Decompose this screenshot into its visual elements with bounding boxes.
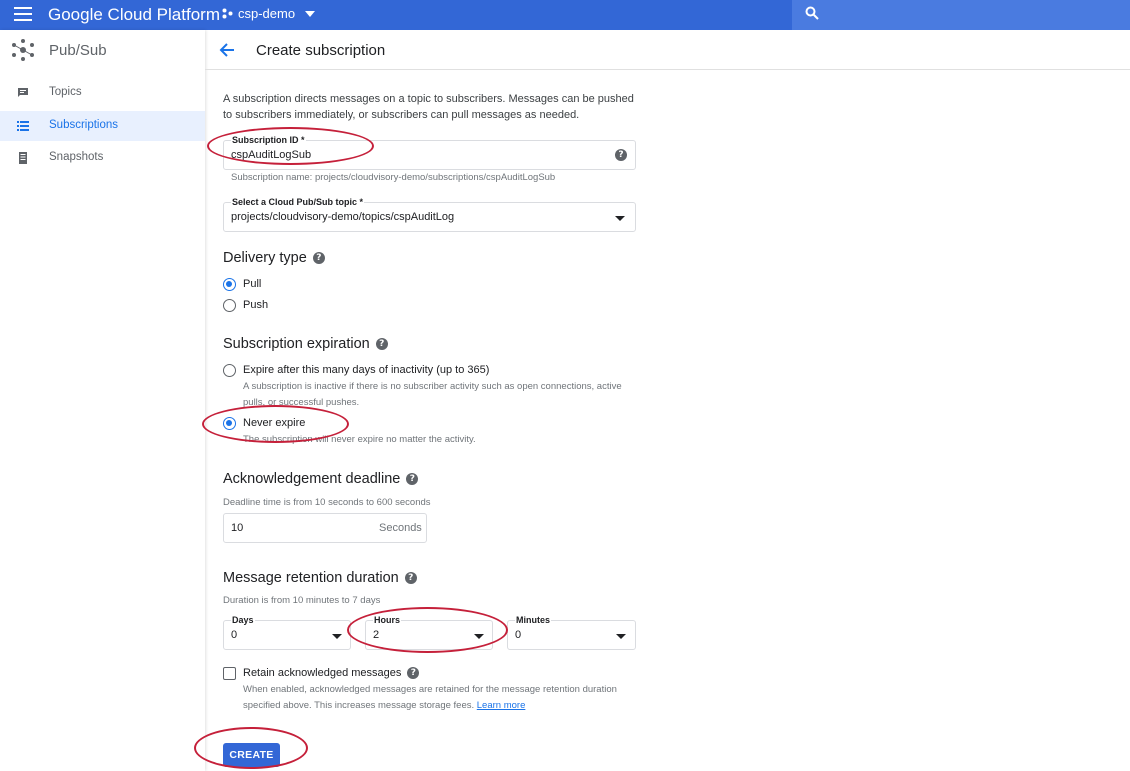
retain-acked-row: Retain acknowledged messages ?	[243, 667, 420, 679]
days-label: Days	[231, 615, 255, 625]
never-expire-label: Never expire	[243, 417, 306, 429]
subscription-id-field[interactable]: Subscription ID * cspAuditLogSub ?	[223, 135, 636, 170]
delivery-type-label: Delivery type	[223, 250, 307, 266]
minutes-label: Minutes	[515, 615, 552, 625]
help-icon[interactable]: ?	[615, 149, 627, 161]
subscription-id-label: Subscription ID *	[231, 135, 306, 145]
pull-label: Pull	[243, 278, 262, 290]
page-title: Create subscription	[256, 42, 386, 59]
help-icon[interactable]: ?	[375, 338, 388, 350]
sidebar-item-topics[interactable]: Topics	[0, 78, 205, 108]
sidebar-item-snapshots[interactable]: Snapshots	[0, 143, 205, 173]
topic-label: Select a Cloud Pub/Sub topic *	[231, 197, 365, 207]
minutes-select[interactable]: Minutes 0	[507, 615, 636, 650]
sidebar: Pub/Sub Topics Subscriptions Snapshots	[0, 30, 205, 771]
expiration-label: Subscription expiration	[223, 336, 370, 352]
subscription-name-hint: Subscription name: projects/cloudvisory-…	[231, 172, 556, 183]
snapshot-icon	[19, 152, 27, 164]
retain-acked-desc: When enabled, acknowledged messages are …	[243, 682, 643, 714]
pull-radio[interactable]	[223, 278, 236, 291]
chevron-down-icon	[474, 634, 484, 639]
expiration-title: Subscription expiration ?	[223, 336, 388, 352]
hours-select[interactable]: Hours 2	[365, 615, 493, 650]
search-bar[interactable]	[792, 0, 1130, 30]
push-label: Push	[243, 299, 269, 311]
days-select[interactable]: Days 0	[223, 615, 351, 650]
list-icon	[17, 121, 29, 131]
topic-select[interactable]: Select a Cloud Pub/Sub topic * projects/…	[223, 197, 636, 232]
sidebar-item-subscriptions[interactable]: Subscriptions	[0, 111, 205, 141]
help-icon[interactable]: ?	[406, 473, 419, 485]
sidebar-item-label: Subscriptions	[49, 119, 119, 131]
retention-title: Message retention duration ?	[223, 570, 417, 586]
subscription-id-value: cspAuditLogSub	[231, 149, 312, 161]
expire-after-radio[interactable]	[223, 364, 236, 377]
ack-deadline-title: Acknowledgement deadline ?	[223, 471, 419, 487]
project-name: csp-demo	[238, 6, 296, 21]
topic-value: projects/cloudvisory-demo/topics/cspAudi…	[231, 211, 455, 223]
brand-title[interactable]: Google Cloud Platform	[48, 5, 220, 25]
days-value: 0	[231, 629, 238, 641]
sidebar-item-label: Snapshots	[49, 151, 104, 163]
ack-deadline-hint: Deadline time is from 10 seconds to 600 …	[223, 497, 431, 508]
back-arrow-icon[interactable]	[219, 43, 235, 57]
learn-more-link[interactable]: Learn more	[477, 700, 526, 711]
expire-after-label: Expire after this many days of inactivit…	[243, 364, 490, 376]
push-radio[interactable]	[223, 299, 236, 312]
help-icon[interactable]: ?	[407, 667, 420, 679]
never-expire-radio[interactable]	[223, 417, 236, 430]
ack-deadline-value: 10	[231, 522, 244, 534]
ack-deadline-unit: Seconds	[379, 522, 422, 534]
expire-after-desc: A subscription is inactive if there is n…	[243, 381, 622, 408]
sidebar-item-label: Topics	[49, 86, 82, 98]
project-selector[interactable]: csp-demo	[222, 6, 316, 21]
retention-hint: Duration is from 10 minutes to 7 days	[223, 595, 381, 606]
chevron-down-icon	[615, 216, 625, 221]
delivery-type-title: Delivery type ?	[223, 250, 325, 266]
menu-icon[interactable]	[14, 7, 32, 21]
retain-acked-desc-text: When enabled, acknowledged messages are …	[243, 684, 617, 711]
help-icon[interactable]: ?	[404, 572, 417, 584]
chevron-down-icon	[332, 634, 342, 639]
ack-deadline-input[interactable]: 10 Seconds	[223, 513, 427, 543]
hours-value: 2	[373, 629, 380, 641]
message-icon	[18, 88, 28, 97]
top-bar: Google Cloud Platform csp-demo	[0, 0, 1130, 30]
create-button[interactable]: CREATE	[223, 743, 280, 767]
never-expire-desc: The subscription will never expire no ma…	[243, 434, 476, 445]
hours-label: Hours	[373, 615, 402, 625]
retention-label: Message retention duration	[223, 570, 399, 586]
chevron-down-icon	[616, 634, 626, 639]
retain-acked-label: Retain acknowledged messages	[243, 667, 402, 679]
help-icon[interactable]: ?	[312, 252, 325, 264]
chevron-down-icon	[305, 10, 316, 17]
ack-deadline-label: Acknowledgement deadline	[223, 471, 401, 487]
minutes-value: 0	[515, 629, 522, 641]
search-icon[interactable]	[805, 6, 819, 20]
product-name: Pub/Sub	[49, 42, 107, 59]
project-icon	[222, 8, 233, 19]
product-header: Pub/Sub	[0, 30, 205, 70]
intro-text: A subscription directs messages on a top…	[223, 93, 634, 121]
page-header: Create subscription	[205, 30, 1130, 70]
pubsub-icon	[12, 39, 34, 61]
retain-acked-checkbox[interactable]	[223, 667, 236, 680]
